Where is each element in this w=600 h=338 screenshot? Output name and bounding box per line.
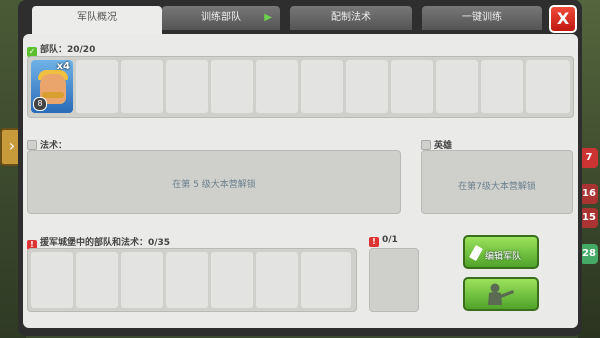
troop-unit-barbarian[interactable]: x4 8 [31, 60, 73, 113]
troop-slot [526, 60, 570, 113]
reinforcement-slot [211, 252, 253, 308]
heroes-locked-text: 在第7级大本营解锁 [458, 182, 536, 192]
checkbox-icon [421, 140, 431, 150]
siege-label: 0/1 [382, 235, 398, 245]
right-badge: 28 [580, 244, 598, 264]
reinforcements-label: 援军城堡中的部队和法术：0/35 [40, 238, 171, 248]
troop-slot [121, 60, 163, 113]
alert-icon: ! [369, 237, 379, 247]
spells-locked-text: 在第 5 级大本营解锁 [172, 180, 256, 190]
warrior-silhouette-icon [488, 283, 514, 305]
heroes-tray: 在第7级大本营解锁 [421, 150, 573, 214]
tab-label: 训练部队 [201, 12, 241, 23]
reinforcements-tray [27, 248, 357, 312]
siege-tray [369, 248, 419, 312]
troops-tray: x4 8 [27, 56, 574, 118]
reinforcement-slot [256, 252, 298, 308]
edit-army-label: 编辑军队 [485, 252, 522, 262]
tab-brew-spells[interactable]: 配制法术 [290, 6, 412, 30]
play-icon: ▶ [264, 12, 272, 23]
reinforcement-slot [76, 252, 118, 308]
tab-label: 军队概况 [77, 12, 117, 23]
troop-slot [481, 60, 523, 113]
edit-army-button[interactable]: 编辑军队 [463, 235, 539, 269]
tab-quick-train[interactable]: 一键训练 [422, 6, 542, 30]
troop-slot [211, 60, 253, 113]
right-badge: 15 [580, 208, 598, 228]
reinforcement-slot [301, 252, 351, 308]
checkbox-icon [27, 140, 37, 150]
right-badge: 16 [580, 184, 598, 204]
army-attack-button[interactable] [463, 277, 539, 311]
troop-slot [436, 60, 478, 113]
close-button[interactable]: X [549, 5, 577, 33]
pencil-icon [469, 244, 483, 262]
troop-slot [346, 60, 388, 113]
barbarian-mustache [42, 92, 64, 98]
troop-count: x4 [56, 61, 70, 72]
tab-train-troops[interactable]: 训练部队 ▶ [162, 6, 280, 30]
troop-slot [76, 60, 118, 113]
reinforcement-slot [166, 252, 208, 308]
troop-slot [391, 60, 433, 113]
right-badge: 7 [580, 148, 598, 168]
troop-slot [256, 60, 298, 113]
tab-army-overview[interactable]: 军队概况 [32, 6, 162, 34]
tab-label: 一键训练 [462, 12, 502, 23]
spells-tray: 在第 5 级大本营解锁 [27, 150, 401, 214]
reinforcement-slot [121, 252, 163, 308]
troop-slot [166, 60, 208, 113]
troops-header: ✓ 部队：20/20 [27, 42, 95, 57]
reinforcement-slot [31, 252, 73, 308]
troop-slot [301, 60, 343, 113]
siege-header: ! 0/1 [369, 235, 398, 247]
troop-level-badge: 8 [33, 97, 47, 111]
tab-label: 配制法术 [331, 12, 371, 23]
army-overview-panel: ✓ 部队：20/20 x4 8 法术： 在第 5 级大本营解锁 英雄 在第7级大本… [23, 34, 578, 328]
troops-label: 部队：20/20 [40, 45, 96, 55]
